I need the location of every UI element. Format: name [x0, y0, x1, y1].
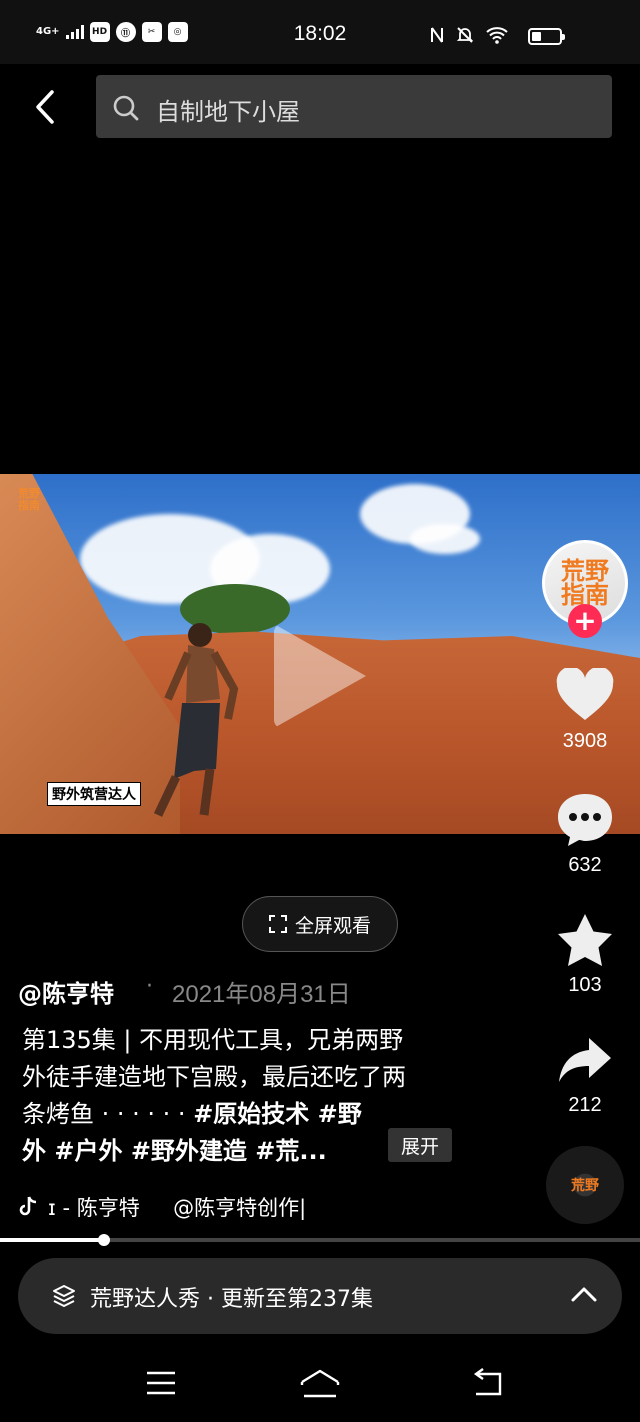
favorite-button[interactable]: 103: [548, 912, 622, 997]
nfc-icon: [431, 27, 443, 43]
music-disc[interactable]: 荒野: [546, 1146, 624, 1224]
tiktok-note-icon: [19, 1196, 37, 1216]
share-button[interactable]: 212: [548, 1034, 622, 1117]
battery-level: [532, 32, 542, 41]
expand-corners-icon: [268, 915, 287, 933]
comment-count: 632: [568, 854, 602, 876]
share-arrow-icon: [559, 1038, 611, 1082]
music-info[interactable]: ɪ - 陈亨特 @陈亨特创作|: [18, 1192, 306, 1222]
star-icon: [558, 914, 612, 966]
back-nav-icon[interactable]: [470, 1368, 506, 1398]
music-title: ɪ - 陈亨特 @陈亨特创作|: [48, 1196, 307, 1220]
avatar-logo-text: 荒野 指南: [561, 557, 609, 609]
chevron-left-icon: [36, 90, 54, 124]
cloud-4: [410, 524, 480, 554]
system-nav-bar: [0, 1350, 640, 1422]
back-button[interactable]: [28, 86, 68, 130]
desc-line-1: 第135集 | 不用现代工具，兄弟两野: [22, 1026, 404, 1054]
fullscreen-button[interactable]: 全屏观看: [242, 896, 398, 952]
series-bar[interactable]: 荒野达人秀 · 更新至第237集: [18, 1258, 622, 1334]
plus-icon: +: [573, 604, 597, 637]
date-separator: ·: [146, 974, 153, 999]
fullscreen-label: 全屏观看: [294, 914, 371, 937]
desc-hashtags-1[interactable]: #原始技术 #野: [193, 1100, 362, 1128]
home-icon[interactable]: [298, 1368, 342, 1400]
menu-icon[interactable]: [144, 1368, 178, 1398]
like-button[interactable]: 3908: [548, 666, 622, 753]
wifi-icon: [486, 27, 508, 44]
search-icon: [113, 95, 139, 121]
desc-hashtags-2[interactable]: 外 #户外 #野外建造 #荒...: [22, 1137, 327, 1165]
chevron-up-icon[interactable]: [570, 1284, 598, 1306]
author-name[interactable]: @陈亨特: [18, 974, 114, 1009]
share-count: 212: [568, 1094, 602, 1116]
heart-icon: [556, 666, 614, 720]
comment-button[interactable]: 632: [548, 790, 622, 877]
progress-knob[interactable]: [97, 1234, 110, 1246]
video-watermark-logo: 荒野 指南: [18, 487, 40, 512]
desc-line-3-text: 条烤鱼 · · · · · ·: [22, 1100, 194, 1128]
post-date: 2021年08月31日: [172, 981, 351, 1008]
video-progress-bar[interactable]: [0, 1234, 640, 1246]
video-player[interactable]: 荒野 指南 野外筑营达人: [0, 474, 640, 834]
search-bar[interactable]: 自制地下小屋: [96, 75, 612, 138]
expand-button[interactable]: 展开: [388, 1128, 452, 1162]
status-bar: 4G+ HD ⑪ ✂ ◎ 18:02: [0, 0, 640, 64]
progress-fill: [0, 1238, 104, 1242]
video-watermark-subtitle: 野外筑营达人: [47, 782, 141, 806]
comment-icon: [558, 794, 612, 846]
play-icon[interactable]: [274, 624, 366, 728]
series-label: 荒野达人秀 · 更新至第237集: [90, 1287, 373, 1312]
layers-icon: [53, 1285, 75, 1307]
desc-line-2: 外徒手建造地下宫殿，最后还吃了两: [22, 1063, 406, 1091]
status-right-icons: [430, 26, 508, 44]
video-person: [153, 623, 239, 817]
search-query: 自制地下小屋: [156, 98, 300, 126]
favorite-count: 103: [568, 974, 602, 996]
battery-icon: [528, 28, 565, 45]
mute-bell-icon: [456, 27, 474, 43]
like-count: 3908: [562, 730, 608, 752]
music-disc-logo: 荒野: [571, 1178, 599, 1194]
follow-button[interactable]: +: [568, 604, 602, 638]
